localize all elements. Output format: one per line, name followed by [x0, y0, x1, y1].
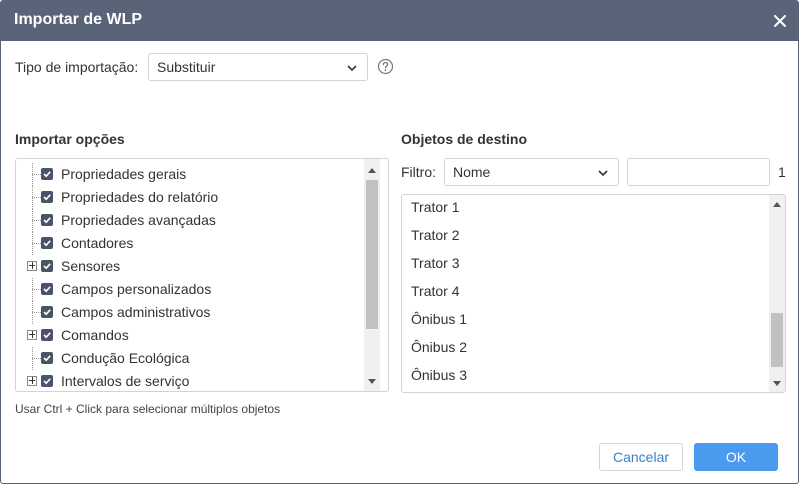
target-objects-list: Trator 1 Trator 2 Trator 3 Trator 4 Ônibus 1…: [401, 194, 786, 393]
object-name: Trator 1: [411, 199, 460, 215]
dialog-titlebar: Importar de WLP: [1, 1, 798, 41]
question-circle-icon[interactable]: [377, 58, 394, 75]
tree-connector: [32, 197, 41, 198]
option-checkbox[interactable]: [41, 191, 53, 203]
object-name: Ônibus 1: [411, 311, 468, 327]
list-item[interactable]: Trator 2: [402, 222, 768, 250]
option-label: Propriedades do relatório: [61, 189, 219, 205]
object-name: Ônibus 2: [411, 339, 468, 355]
import-type-value: Substituir: [157, 59, 216, 75]
tree-connector: [32, 174, 41, 175]
dialog-title: Importar de WLP: [14, 11, 143, 28]
tree-connector: [32, 312, 41, 313]
option-checkbox[interactable]: [41, 237, 53, 249]
option-row[interactable]: Comandos: [16, 324, 366, 347]
expand-plus-icon[interactable]: [27, 376, 37, 386]
options-scrollbar[interactable]: [364, 159, 380, 391]
chevron-down-icon: [346, 62, 358, 74]
option-row[interactable]: Intervalos de serviço: [16, 370, 366, 391]
close-icon[interactable]: [770, 11, 790, 31]
object-name: Trator 2: [411, 227, 460, 243]
option-label: Propriedades avançadas: [61, 212, 216, 228]
option-label: Contadores: [61, 235, 134, 251]
option-label: Campos personalizados: [61, 281, 212, 297]
option-checkbox[interactable]: [41, 375, 53, 387]
object-name: Trator 3: [411, 255, 460, 271]
scroll-down-icon[interactable]: [773, 381, 781, 386]
option-label: Sensores: [61, 258, 121, 274]
import-options-title: Importar opções: [15, 131, 125, 147]
filter-select-value: Nome: [453, 164, 491, 180]
objects-scroll-thumb[interactable]: [771, 313, 783, 367]
import-type-label: Tipo de importação:: [15, 59, 139, 75]
import-type-select[interactable]: Substituir: [148, 53, 368, 81]
option-label: Condução Ecológica: [61, 350, 190, 366]
tree-connector: [32, 289, 41, 290]
objects-count: 1: [778, 164, 786, 180]
filter-input[interactable]: [627, 158, 770, 186]
option-checkbox[interactable]: [41, 214, 53, 226]
option-row[interactable]: Campos administrativos: [16, 301, 366, 324]
option-label: Comandos: [61, 327, 129, 343]
ok-button[interactable]: OK: [694, 443, 778, 471]
list-item[interactable]: Trator 3: [402, 250, 768, 278]
target-objects-title: Objetos de destino: [401, 131, 528, 147]
objects-scrollbar[interactable]: [769, 195, 785, 392]
filter-label: Filtro:: [401, 164, 436, 180]
option-checkbox[interactable]: [41, 260, 53, 272]
list-item[interactable]: Ônibus 3: [402, 362, 768, 390]
option-row[interactable]: Sensores: [16, 255, 366, 278]
filter-select[interactable]: Nome: [444, 158, 619, 186]
expand-plus-icon[interactable]: [27, 261, 37, 271]
list-item[interactable]: Ônibus 1: [402, 306, 768, 334]
option-label: Propriedades gerais: [61, 166, 187, 182]
object-name: Ônibus 3: [411, 367, 468, 383]
import-dialog: Importar de WLP Tipo de importação: Subs…: [0, 0, 799, 484]
option-checkbox[interactable]: [41, 168, 53, 180]
option-row[interactable]: Campos personalizados: [16, 278, 366, 301]
option-label: Campos administrativos: [61, 304, 211, 320]
option-row[interactable]: Propriedades do relatório: [16, 186, 366, 209]
options-scroll-thumb[interactable]: [366, 180, 378, 329]
expand-plus-icon[interactable]: [27, 330, 37, 340]
list-item[interactable]: Trator 1: [402, 195, 768, 222]
scroll-up-icon[interactable]: [368, 168, 376, 173]
option-row[interactable]: Propriedades avançadas: [16, 209, 366, 232]
tree-connector: [32, 243, 41, 244]
import-options-tree: Propriedades gerais Propriedades do relat…: [15, 158, 389, 392]
option-checkbox[interactable]: [41, 283, 53, 295]
list-item[interactable]: Ônibus 2: [402, 334, 768, 362]
tree-connector: [32, 358, 41, 359]
option-row[interactable]: Condução Ecológica: [16, 347, 366, 370]
multi-select-hint: Usar Ctrl + Click para selecionar múltip…: [15, 402, 281, 416]
list-item[interactable]: Trator 4: [402, 278, 768, 306]
tree-connector: [32, 220, 41, 221]
chevron-down-icon: [597, 167, 609, 179]
option-checkbox[interactable]: [41, 329, 53, 341]
option-label: Intervalos de serviço: [61, 373, 190, 389]
option-row[interactable]: Propriedades gerais: [16, 163, 366, 186]
option-checkbox[interactable]: [41, 352, 53, 364]
scroll-down-icon[interactable]: [368, 379, 376, 384]
option-row[interactable]: Contadores: [16, 232, 366, 255]
object-name: Trator 4: [411, 283, 460, 299]
scroll-up-icon[interactable]: [773, 202, 781, 207]
cancel-button[interactable]: Cancelar: [599, 443, 683, 471]
option-checkbox[interactable]: [41, 306, 53, 318]
